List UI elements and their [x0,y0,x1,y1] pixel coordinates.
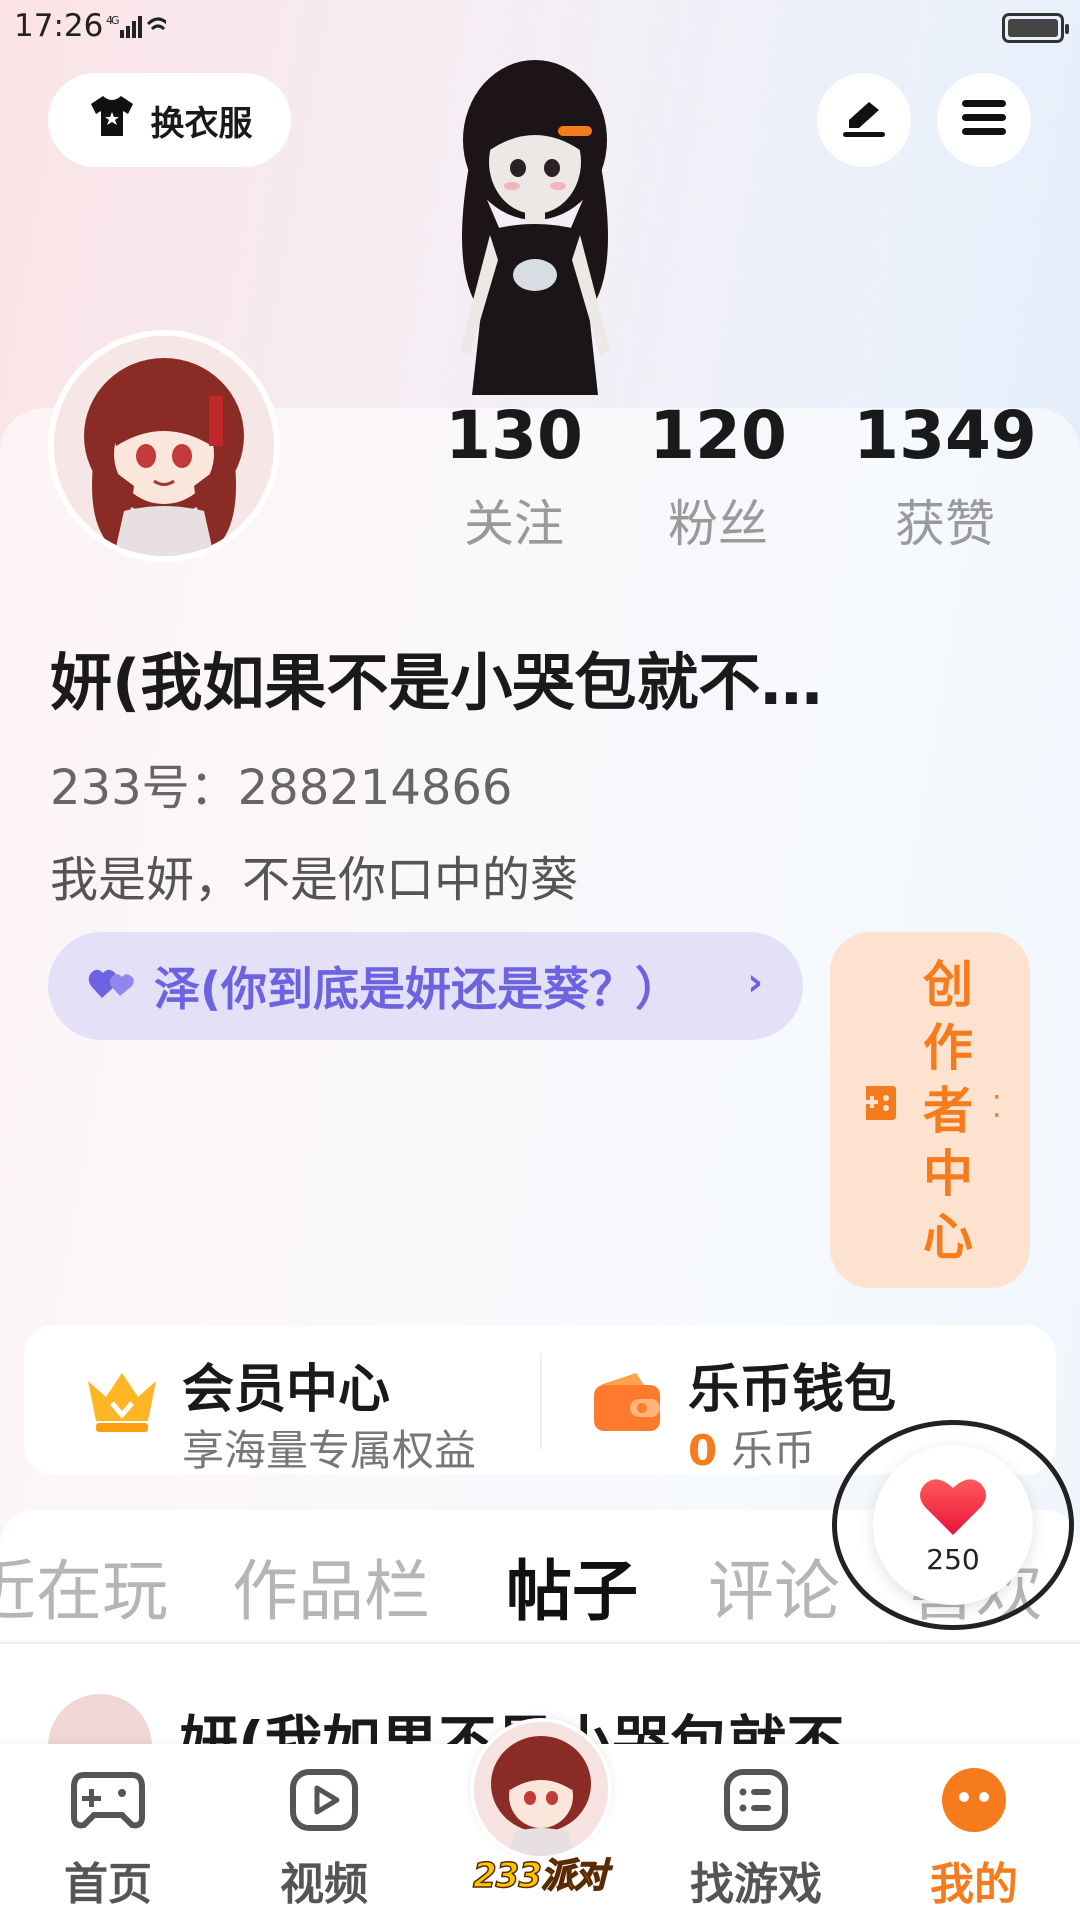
party-avatar [470,1718,612,1860]
creator-center-button[interactable]: 创作者中心 ⁚ [830,932,1030,1288]
wallet-icon [590,1371,664,1437]
signal-icon: 4G [106,12,170,48]
status-time: 17:26 [14,8,104,44]
nav-home-label: 首页 [64,1859,152,1910]
shirt-icon [87,94,137,147]
network-type: 4G [106,14,119,27]
stat-following[interactable]: 130 关注 [414,396,614,556]
hearts-icon [88,959,136,1013]
more-dots-icon: ⁚ [992,1090,1002,1125]
edit-profile-button[interactable] [817,73,911,167]
gamepad-icon [862,1082,898,1126]
user-avatar[interactable] [48,330,280,562]
stat-following-label: 关注 [464,495,564,553]
tab-works[interactable]: 作品栏 [232,1538,430,1634]
change-outfit-label: 换衣服 [150,103,253,144]
tab-playing[interactable]: 近在玩 [0,1538,168,1634]
stat-fans-label: 粉丝 [668,495,768,553]
crown-icon [82,1367,162,1437]
post-avatar[interactable] [48,1694,152,1744]
chevron-right-icon: › [747,960,763,1004]
stat-following-count: 130 [445,397,583,474]
list-icon [676,1760,836,1840]
stat-likes-label: 获赞 [895,495,995,553]
nav-find-games[interactable]: 找游戏 [676,1760,836,1912]
like-count: 250 [926,1542,980,1576]
nav-find-label: 找游戏 [690,1859,822,1910]
profile-face-icon [894,1760,1054,1840]
stat-likes-count: 1349 [853,397,1037,474]
hamburger-icon [962,100,1006,140]
heart-icon [918,1475,988,1541]
tab-posts[interactable]: 帖子 [506,1538,638,1634]
avatar-character[interactable] [420,50,650,410]
nav-mine-label: 我的 [930,1859,1018,1910]
relationship-label: 泽(你到底是妍还是葵？） [154,962,682,1016]
tab-comments[interactable]: 评论 [708,1538,840,1634]
user-bio: 我是妍，不是你口中的葵 [50,852,579,908]
like-badge-inner: 250 [873,1445,1033,1605]
active-tab-indicator [558,126,592,136]
wallet-balance-unit: 乐币 [731,1426,816,1475]
stat-fans-count: 120 [649,397,787,474]
relationship-pill[interactable]: 泽(你到底是妍还是葵？） › [48,932,803,1040]
nav-video[interactable]: 视频 [244,1760,404,1912]
like-badge[interactable]: 250 [832,1420,1074,1630]
play-icon [244,1760,404,1840]
change-outfit-button[interactable]: 换衣服 [48,73,291,167]
nav-home[interactable]: 首页 [28,1760,188,1912]
username: 妍(我如果不是小哭包就不… [50,646,823,719]
stat-likes[interactable]: 1349 获赞 [845,396,1045,556]
nav-party[interactable]: 233派对 [448,1698,632,1898]
wallet-balance: 0 乐币 [688,1417,815,1478]
member-center-subtitle: 享海量专属权益 [182,1426,477,1475]
gamepad-outline-icon [28,1760,188,1840]
nav-mine[interactable]: 我的 [894,1760,1054,1912]
nav-video-label: 视频 [280,1859,368,1910]
battery-icon [1002,13,1069,43]
user-id[interactable]: 233号：288214866 [50,748,512,818]
creator-center-label: 创作者中心 [923,956,973,1266]
nav-party-label: 233派对 [472,1855,608,1897]
wallet-balance-count: 0 [688,1426,718,1475]
member-center-title: 会员中心 [182,1360,391,1420]
stat-fans[interactable]: 120 粉丝 [618,396,818,556]
pencil-icon [841,98,887,142]
menu-button[interactable] [937,73,1031,167]
status-bar: 17:26 4G [0,0,1080,56]
member-center-button[interactable]: 会员中心 享海量专属权益 [24,1325,540,1475]
wallet-title: 乐币钱包 [688,1360,897,1420]
